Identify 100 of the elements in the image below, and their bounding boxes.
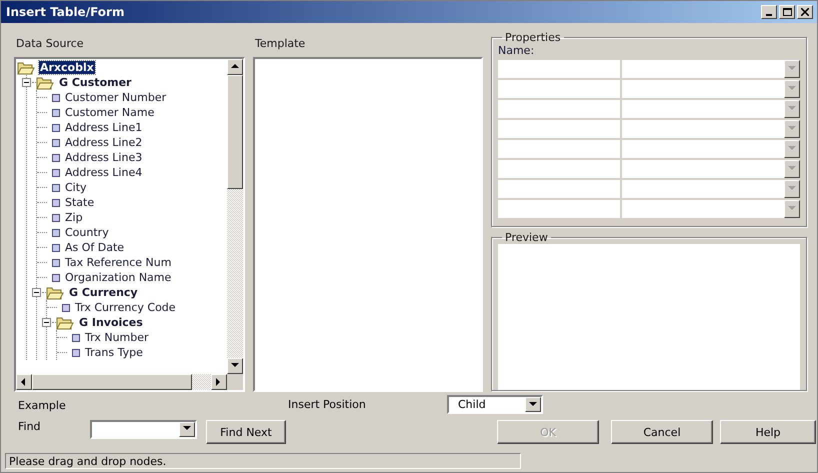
tree-item[interactable]: Trx Currency Code: [74, 301, 177, 314]
caret-icon: [788, 185, 796, 193]
tree-item[interactable]: Country: [64, 226, 110, 239]
caret-icon: [183, 425, 191, 433]
window-title: Insert Table/Form: [6, 5, 124, 19]
minus-icon: [44, 320, 49, 325]
minus-icon: [34, 290, 39, 295]
dropdown-button[interactable]: [784, 100, 800, 118]
folder-icon: [36, 76, 54, 90]
scroll-left-button[interactable]: [16, 374, 32, 390]
close-icon: [801, 8, 809, 16]
property-name-cell[interactable]: [498, 120, 620, 138]
property-value-cell[interactable]: [622, 100, 800, 118]
dropdown-button[interactable]: [525, 397, 541, 412]
scroll-up-button[interactable]: [227, 59, 243, 75]
property-value-cell[interactable]: [622, 140, 800, 158]
tree-item[interactable]: City: [64, 181, 88, 194]
tree-item[interactable]: Tax Reference Num: [64, 256, 172, 269]
down-arrow-icon: [231, 362, 239, 370]
collapse-toggle[interactable]: [22, 78, 31, 87]
caret-icon: [788, 85, 796, 93]
folder-icon: [56, 316, 74, 330]
property-name-cell[interactable]: [498, 160, 620, 178]
tree-item[interactable]: Zip: [64, 211, 84, 224]
tree-item[interactable]: Address Line2: [64, 136, 144, 149]
up-arrow-icon: [231, 63, 239, 71]
scroll-thumb[interactable]: [227, 75, 243, 189]
dropdown-button[interactable]: [784, 160, 800, 178]
property-name-cell[interactable]: [498, 100, 620, 118]
tree-item[interactable]: Arxcoblx: [39, 61, 95, 74]
maximize-button[interactable]: [779, 5, 795, 19]
scrollbar-corner: [227, 374, 243, 390]
properties-title: Properties: [504, 31, 562, 44]
scroll-down-button[interactable]: [227, 358, 243, 374]
dropdown-button[interactable]: [784, 80, 800, 98]
property-name-cell[interactable]: [498, 60, 620, 78]
find-label: Find: [18, 420, 42, 432]
tree-item[interactable]: As Of Date: [64, 241, 126, 254]
tree-item[interactable]: G Currency: [68, 286, 139, 299]
property-name-cell[interactable]: [498, 80, 620, 98]
caret-icon: [788, 65, 796, 73]
find-next-button[interactable]: Find Next: [206, 420, 286, 444]
minimize-button[interactable]: [761, 5, 777, 19]
caret-icon: [529, 400, 537, 408]
folder-icon: [46, 286, 64, 300]
tree-item[interactable]: Address Line4: [64, 166, 144, 179]
property-value-cell[interactable]: [622, 160, 800, 178]
collapse-toggle[interactable]: [32, 288, 41, 297]
tree-item[interactable]: Customer Number: [64, 91, 168, 104]
tree-item[interactable]: G Customer: [58, 76, 132, 89]
folder-icon: [17, 60, 35, 74]
example-label: Example: [18, 399, 67, 412]
field-icon: [62, 304, 70, 312]
property-value-cell[interactable]: [622, 200, 800, 218]
find-combo[interactable]: [90, 420, 197, 438]
dialog-button[interactable]: Cancel: [611, 420, 713, 444]
preview-title: Preview: [504, 231, 549, 244]
dropdown-button[interactable]: [179, 422, 195, 436]
caret-icon: [788, 125, 796, 133]
property-value-cell[interactable]: [622, 180, 800, 198]
caret-icon: [788, 105, 796, 113]
dropdown-button[interactable]: [784, 180, 800, 198]
property-name-cell[interactable]: [498, 180, 620, 198]
caret-icon: [788, 165, 796, 173]
scroll-right-button[interactable]: [211, 374, 227, 390]
name-label: Name:: [498, 44, 536, 57]
property-name-cell[interactable]: [498, 140, 620, 158]
tree-item[interactable]: Customer Name: [64, 106, 156, 119]
tree-item[interactable]: State: [64, 196, 96, 209]
dialog-button[interactable]: Help: [720, 420, 816, 444]
tree-item[interactable]: Organization Name: [64, 271, 172, 284]
tree-item[interactable]: Trans Type: [84, 346, 144, 359]
property-value-cell[interactable]: [622, 80, 800, 98]
collapse-toggle[interactable]: [42, 318, 51, 327]
maximize-icon: [782, 8, 792, 16]
tree-item[interactable]: G Invoices: [78, 316, 144, 329]
caret-icon: [788, 145, 796, 153]
property-name-cell[interactable]: [498, 200, 620, 218]
dropdown-button[interactable]: [784, 120, 800, 138]
insert-position-dropdown[interactable]: Child: [447, 395, 543, 414]
left-arrow-icon: [20, 378, 28, 386]
template-label: Template: [254, 36, 306, 52]
right-arrow-icon: [215, 378, 223, 386]
dropdown-button[interactable]: [784, 60, 800, 78]
dropdown-button[interactable]: [784, 200, 800, 218]
property-value-cell[interactable]: [622, 120, 800, 138]
tree-item[interactable]: Address Line3: [64, 151, 144, 164]
dropdown-button[interactable]: [784, 140, 800, 158]
data-source-label: Data Source: [15, 36, 85, 52]
tree-item[interactable]: Address Line1: [64, 121, 144, 134]
status-bar: Please drag and drop nodes.: [5, 453, 521, 469]
property-value-cell[interactable]: [622, 60, 800, 78]
tree-item[interactable]: Trx Number: [84, 331, 150, 344]
caret-icon: [788, 205, 796, 213]
horizontal-scrollbar[interactable]: [16, 374, 227, 390]
close-button[interactable]: [797, 5, 813, 19]
minus-icon: [24, 80, 29, 85]
vertical-scrollbar[interactable]: [227, 59, 243, 374]
insert-position-label: Insert Position: [288, 398, 367, 411]
scroll-thumb[interactable]: [32, 374, 192, 390]
